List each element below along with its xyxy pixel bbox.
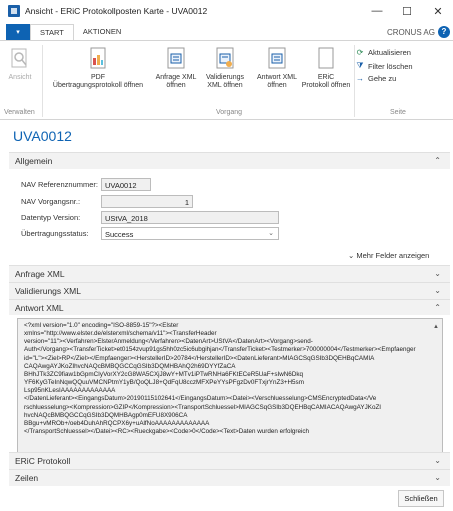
pdf-icon bbox=[90, 47, 106, 69]
reference-number-field[interactable]: UVA0012 bbox=[101, 178, 151, 191]
refresh-button[interactable]: ⟳ Aktualisieren bbox=[355, 48, 411, 57]
xml-document-icon bbox=[216, 47, 234, 69]
chevron-down-icon: ⌄ bbox=[434, 473, 441, 482]
arrow-right-icon: → bbox=[356, 74, 364, 83]
help-icon[interactable]: ? bbox=[438, 26, 450, 38]
pdf-protocol-button[interactable]: PDF Übertragungsprotokoll öffnen bbox=[50, 47, 146, 90]
maximize-button[interactable]: ☐ bbox=[392, 0, 422, 22]
chevron-down-icon: ⌄ bbox=[268, 230, 274, 237]
group-label-process: Vorgang bbox=[216, 109, 243, 116]
app-icon bbox=[8, 5, 20, 17]
xml-document-icon bbox=[268, 47, 286, 69]
fasttab-validation-xml[interactable]: Validierungs XML ⌄ bbox=[9, 282, 450, 299]
chevron-up-icon: ⌃ bbox=[434, 303, 441, 312]
scroll-up-icon[interactable]: ▲ bbox=[433, 324, 439, 330]
blank-document-icon bbox=[318, 47, 334, 69]
view-button[interactable]: Ansicht bbox=[6, 47, 34, 82]
group-label-manage: Verwalten bbox=[4, 109, 35, 116]
close-window-button[interactable]: ✕ bbox=[423, 0, 453, 22]
response-xml-button[interactable]: Antwort XML öffnen bbox=[252, 47, 302, 90]
window-title: Ansicht - ERiC Protokollposten Karte - U… bbox=[25, 6, 208, 16]
process-number-field[interactable]: 1 bbox=[101, 195, 193, 208]
eric-protocol-button[interactable]: ERiC Protokoll öffnen bbox=[299, 47, 353, 90]
fasttab-lines[interactable]: Zeilen ⌄ bbox=[9, 469, 450, 486]
chevron-down-icon: ⌄ bbox=[434, 456, 441, 465]
chevron-down-icon: ⌄ bbox=[348, 251, 355, 260]
show-more-fields-button[interactable]: ⌄ Mehr Felder anzeigen bbox=[348, 251, 429, 260]
chevron-down-icon: ⌄ bbox=[434, 286, 441, 295]
field-label-status: Übertragungsstatus: bbox=[21, 229, 89, 238]
chevron-down-icon: ⌄ bbox=[434, 269, 441, 278]
fasttab-general[interactable]: Allgemein ⌃ bbox=[9, 152, 450, 169]
filter-clear-icon: ⧩ bbox=[356, 61, 364, 70]
fasttab-eric-log[interactable]: ERiC Protokoll ⌄ bbox=[9, 452, 450, 469]
response-xml-text: <?xml version="1.0" encoding="ISO-8859-1… bbox=[24, 322, 416, 436]
refresh-icon: ⟳ bbox=[356, 48, 364, 57]
fasttab-response-xml[interactable]: Antwort XML ⌃ bbox=[9, 299, 450, 315]
response-xml-textarea[interactable]: <?xml version="1.0" encoding="ISO-8859-1… bbox=[17, 318, 443, 466]
xml-document-icon bbox=[167, 47, 185, 69]
ribbon: Ansicht PDF Übertragungsprotokoll öffnen… bbox=[0, 40, 453, 120]
group-separator bbox=[42, 45, 43, 117]
view-icon bbox=[11, 48, 27, 68]
field-label-reference: NAV Referenznummer: bbox=[21, 180, 98, 189]
clear-filter-button[interactable]: ⧩ Filter löschen bbox=[355, 61, 412, 71]
datatype-version-field[interactable]: UStVA_2018 bbox=[101, 211, 279, 224]
field-label-process-no: NAV Vorgangsnr.: bbox=[21, 197, 81, 206]
ribbon-tabs: ▾ START AKTIONEN CRONUS AG ? bbox=[0, 24, 453, 41]
fasttab-request-xml[interactable]: Anfrage XML ⌄ bbox=[9, 265, 450, 282]
goto-button[interactable]: → Gehe zu bbox=[355, 74, 396, 83]
group-label-page: Seite bbox=[390, 109, 406, 116]
tab-actions[interactable]: AKTIONEN bbox=[74, 24, 130, 40]
close-button[interactable]: Schließen bbox=[398, 490, 444, 507]
validation-xml-button[interactable]: Validierungs XML öffnen bbox=[202, 47, 248, 90]
field-label-datatype: Datentyp Version: bbox=[21, 213, 81, 222]
app-menu-button[interactable]: ▾ bbox=[6, 24, 30, 40]
title-bar: Ansicht - ERiC Protokollposten Karte - U… bbox=[0, 0, 453, 22]
minimize-button[interactable]: — bbox=[362, 0, 392, 22]
request-xml-button[interactable]: Anfrage XML öffnen bbox=[153, 47, 199, 90]
company-name[interactable]: CRONUS AG bbox=[387, 28, 435, 37]
tab-start[interactable]: START bbox=[30, 24, 74, 41]
chevron-up-icon: ⌃ bbox=[434, 156, 441, 165]
page-title: UVA0012 bbox=[13, 128, 72, 144]
transfer-status-select[interactable]: Success ⌄ bbox=[101, 227, 279, 240]
